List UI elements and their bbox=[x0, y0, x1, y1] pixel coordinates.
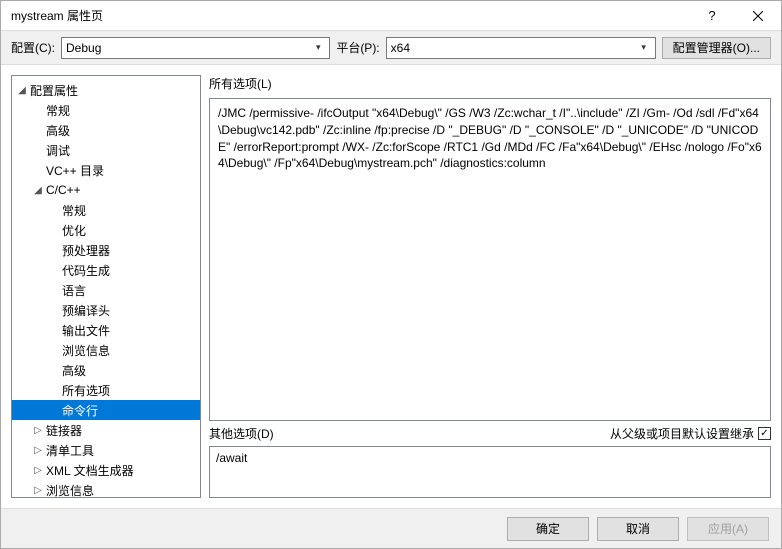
platform-value: x64 bbox=[391, 41, 637, 55]
tree-row-cc-adv[interactable]: 高级 bbox=[12, 360, 200, 380]
inherit-label: 从父级或项目默认设置继承 bbox=[610, 425, 754, 442]
tree-row-cc-browse[interactable]: 浏览信息 bbox=[12, 340, 200, 360]
all-options-label: 所有选项(L) bbox=[209, 75, 771, 92]
tree-row-manifest[interactable]: ▷清单工具 bbox=[12, 440, 200, 460]
tree-row-config-props[interactable]: ◢配置属性 bbox=[12, 80, 200, 100]
tree-row-cc-opt[interactable]: 优化 bbox=[12, 220, 200, 240]
collapse-icon: ◢ bbox=[14, 85, 30, 96]
tree-row-browseinfo[interactable]: ▷浏览信息 bbox=[12, 480, 200, 498]
config-value: Debug bbox=[66, 41, 311, 55]
tree-row-linker[interactable]: ▷链接器 bbox=[12, 420, 200, 440]
tree-row-debugging[interactable]: 调试 bbox=[12, 140, 200, 160]
additional-options-label: 其他选项(D) bbox=[209, 425, 274, 442]
tree-row-advanced[interactable]: 高级 bbox=[12, 120, 200, 140]
property-page-dialog: mystream 属性页 ? 配置(C): Debug ▾ 平台(P): x64… bbox=[0, 0, 782, 549]
expand-icon: ▷ bbox=[30, 425, 46, 436]
expand-icon: ▷ bbox=[30, 485, 46, 496]
tree-row-cc-pch[interactable]: 预编译头 bbox=[12, 300, 200, 320]
tree-row-cc-codegen[interactable]: 代码生成 bbox=[12, 260, 200, 280]
tree-row-cc-lang[interactable]: 语言 bbox=[12, 280, 200, 300]
additional-options-text[interactable]: /await bbox=[209, 446, 771, 498]
tree-row-general[interactable]: 常规 bbox=[12, 100, 200, 120]
tree-row-xmldoc[interactable]: ▷XML 文档生成器 bbox=[12, 460, 200, 480]
footer: 确定 取消 应用(A) bbox=[1, 508, 781, 548]
tree-row-vcdirs[interactable]: VC++ 目录 bbox=[12, 160, 200, 180]
tree-row-cc-general[interactable]: 常规 bbox=[12, 200, 200, 220]
apply-button[interactable]: 应用(A) bbox=[687, 517, 769, 541]
expand-icon: ▷ bbox=[30, 445, 46, 456]
additional-row: 其他选项(D) 从父级或项目默认设置继承 ✓ bbox=[209, 425, 771, 442]
chevron-down-icon: ▾ bbox=[637, 42, 651, 53]
all-options-text[interactable]: /JMC /permissive- /ifcOutput "x64\Debug\… bbox=[209, 98, 771, 421]
ok-button[interactable]: 确定 bbox=[507, 517, 589, 541]
platform-combo[interactable]: x64 ▾ bbox=[386, 37, 656, 59]
close-icon bbox=[753, 11, 763, 21]
window-title: mystream 属性页 bbox=[11, 7, 689, 24]
tree-row-ccpp[interactable]: ◢C/C++ bbox=[12, 180, 200, 200]
tree-row-cc-pre[interactable]: 预处理器 bbox=[12, 240, 200, 260]
config-row: 配置(C): Debug ▾ 平台(P): x64 ▾ 配置管理器(O)... bbox=[1, 31, 781, 65]
body: ◢配置属性 常规 高级 调试 VC++ 目录 ◢C/C++ 常规 优化 预处理器… bbox=[1, 65, 781, 508]
checkbox-icon: ✓ bbox=[758, 427, 771, 440]
config-manager-button[interactable]: 配置管理器(O)... bbox=[662, 37, 771, 59]
tree-row-cc-allopts[interactable]: 所有选项 bbox=[12, 380, 200, 400]
property-tree[interactable]: ◢配置属性 常规 高级 调试 VC++ 目录 ◢C/C++ 常规 优化 预处理器… bbox=[11, 75, 201, 498]
tree-row-cc-output[interactable]: 输出文件 bbox=[12, 320, 200, 340]
cancel-button[interactable]: 取消 bbox=[597, 517, 679, 541]
collapse-icon: ◢ bbox=[30, 185, 46, 196]
chevron-down-icon: ▾ bbox=[311, 42, 325, 53]
tree-row-cc-cmdline[interactable]: 命令行 bbox=[12, 400, 200, 420]
config-combo[interactable]: Debug ▾ bbox=[61, 37, 330, 59]
platform-label: 平台(P): bbox=[336, 39, 379, 56]
right-pane: 所有选项(L) /JMC /permissive- /ifcOutput "x6… bbox=[209, 75, 771, 498]
help-button[interactable]: ? bbox=[689, 1, 735, 31]
titlebar: mystream 属性页 ? bbox=[1, 1, 781, 31]
close-button[interactable] bbox=[735, 1, 781, 31]
inherit-checkbox[interactable]: 从父级或项目默认设置继承 ✓ bbox=[610, 425, 771, 442]
expand-icon: ▷ bbox=[30, 465, 46, 476]
config-label: 配置(C): bbox=[11, 39, 55, 56]
